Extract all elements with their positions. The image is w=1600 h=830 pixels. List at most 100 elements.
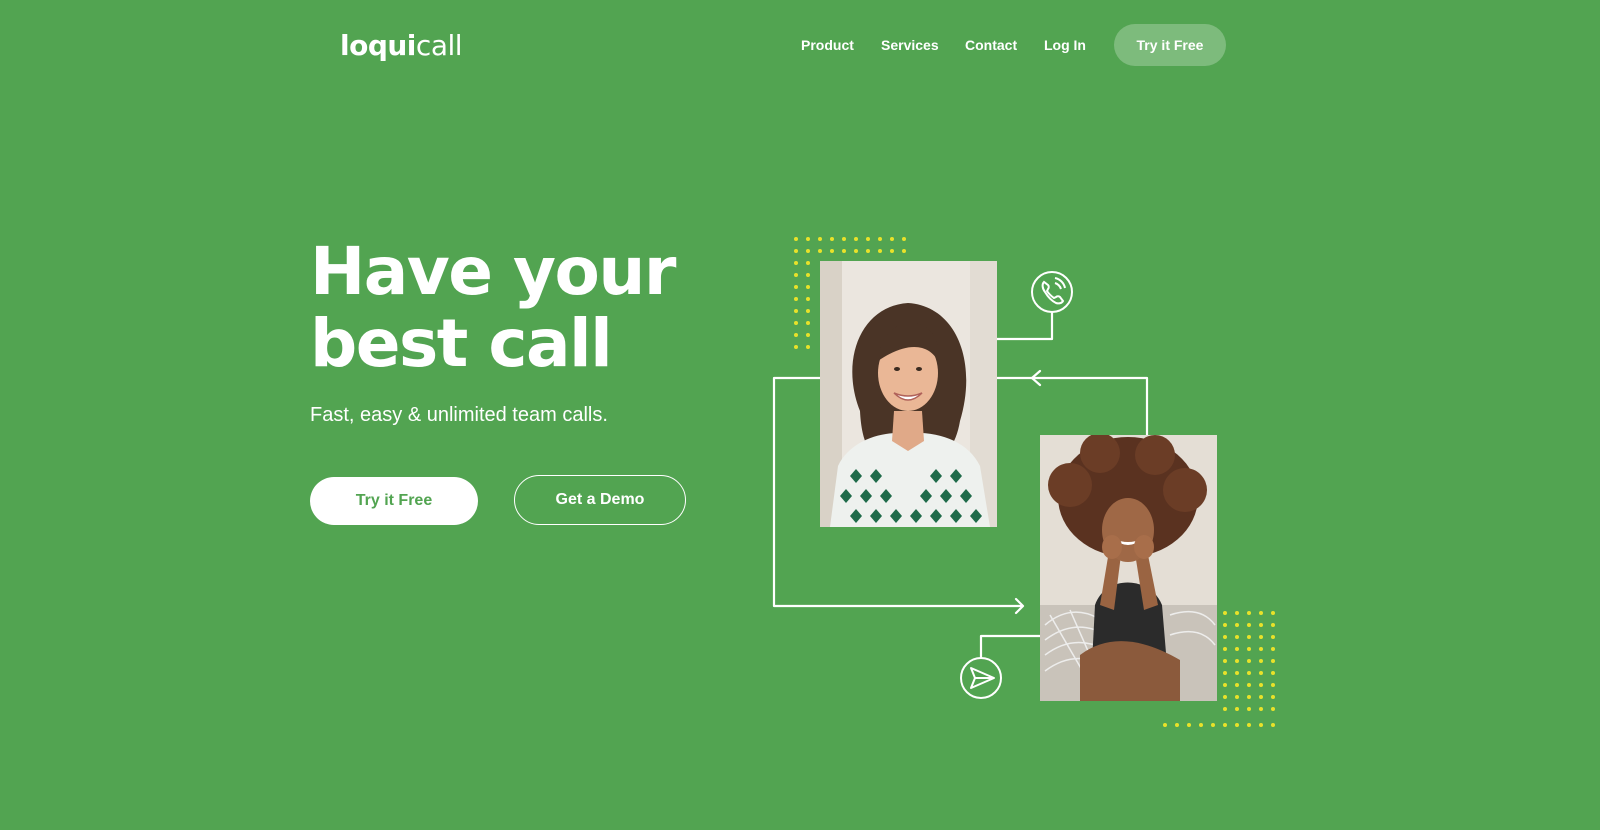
decor-dot	[806, 261, 810, 265]
decor-dot	[854, 249, 858, 253]
decor-dot	[806, 249, 810, 253]
hero-headline: Have your best call	[310, 233, 676, 382]
decor-dot	[818, 249, 822, 253]
decor-dot	[1259, 623, 1263, 627]
connector-line-phone	[995, 310, 1054, 341]
decor-dot	[818, 237, 822, 241]
decor-dot	[1223, 623, 1227, 627]
decor-dot	[1271, 695, 1275, 699]
decor-dot	[842, 249, 846, 253]
nav-try-free-button[interactable]: Try it Free	[1114, 24, 1226, 66]
decor-dot	[1259, 611, 1263, 615]
decor-dot	[1247, 647, 1251, 651]
decor-dot	[1271, 659, 1275, 663]
decor-dot	[1247, 659, 1251, 663]
hero-headline-line1: Have your	[310, 233, 676, 310]
arrow-left-icon	[1030, 369, 1042, 387]
decor-dot	[1223, 659, 1227, 663]
decor-dot	[1271, 623, 1275, 627]
decor-dot	[1223, 707, 1227, 711]
decor-dot	[1223, 671, 1227, 675]
decor-dot	[1247, 611, 1251, 615]
decor-dot	[806, 345, 810, 349]
decor-dot	[794, 333, 798, 337]
decor-dot	[794, 273, 798, 277]
decor-dot	[854, 237, 858, 241]
decor-dot	[1247, 671, 1251, 675]
decor-dot	[1247, 707, 1251, 711]
decor-dot	[1223, 647, 1227, 651]
decor-dot	[1271, 683, 1275, 687]
decor-dot	[1259, 707, 1263, 711]
decor-dot	[794, 321, 798, 325]
decor-dot	[890, 249, 894, 253]
decor-dot	[830, 237, 834, 241]
decor-dot	[902, 249, 906, 253]
decor-dot	[1259, 723, 1263, 727]
decor-dot	[1247, 683, 1251, 687]
decor-dot	[794, 237, 798, 241]
decor-dot	[1259, 659, 1263, 663]
decor-dot	[794, 249, 798, 253]
decor-dot	[806, 237, 810, 241]
decor-dot	[890, 237, 894, 241]
decor-dot	[1247, 623, 1251, 627]
nav-item-services[interactable]: Services	[881, 34, 939, 56]
decor-dot	[1223, 723, 1227, 727]
decor-dot	[1223, 695, 1227, 699]
main-nav: Product Services Contact Log In	[0, 34, 1600, 56]
arrow-right-icon	[1014, 597, 1025, 615]
decor-dot	[1247, 695, 1251, 699]
hero-subheadline: Fast, easy & unlimited team calls.	[310, 404, 608, 426]
decor-dot	[1271, 635, 1275, 639]
decor-dot	[878, 249, 882, 253]
person-photo-1-image	[820, 261, 997, 527]
decor-dot	[806, 285, 810, 289]
decor-dot	[1235, 695, 1239, 699]
decor-dot	[806, 273, 810, 277]
decor-dot	[806, 333, 810, 337]
decor-dot	[1235, 647, 1239, 651]
decor-dot	[794, 261, 798, 265]
connector-line-send	[979, 634, 1042, 659]
decor-dot	[1235, 723, 1239, 727]
decor-dot	[1271, 647, 1275, 651]
decor-dot	[1175, 723, 1179, 727]
decor-dot	[1271, 707, 1275, 711]
decor-dot	[1259, 635, 1263, 639]
decor-dot	[1271, 723, 1275, 727]
decor-dot	[806, 321, 810, 325]
decor-dot	[794, 345, 798, 349]
decor-dot	[902, 237, 906, 241]
decor-dot	[842, 237, 846, 241]
decor-dot	[1259, 671, 1263, 675]
decor-dot	[1223, 635, 1227, 639]
decor-dot	[1259, 647, 1263, 651]
send-icon	[960, 657, 1002, 699]
person-photo-1	[820, 261, 997, 527]
decor-dot	[806, 309, 810, 313]
decor-dot	[1199, 723, 1203, 727]
decor-dot	[794, 297, 798, 301]
hero-headline-line2: best call	[310, 305, 613, 382]
nav-item-contact[interactable]: Contact	[965, 34, 1017, 56]
person-photo-2	[1040, 435, 1217, 701]
decor-dot	[1223, 683, 1227, 687]
decor-dot	[1235, 611, 1239, 615]
decor-dot	[1235, 623, 1239, 627]
person-photo-2-image	[1040, 435, 1217, 701]
phone-icon	[1031, 271, 1073, 313]
decor-dot	[1187, 723, 1191, 727]
get-demo-button[interactable]: Get a Demo	[514, 475, 686, 525]
decor-dot	[1163, 723, 1167, 727]
nav-item-product[interactable]: Product	[801, 34, 854, 56]
decor-dot	[1271, 671, 1275, 675]
nav-item-login[interactable]: Log In	[1044, 34, 1086, 56]
decor-dot	[1259, 695, 1263, 699]
decor-dot	[794, 309, 798, 313]
try-free-button[interactable]: Try it Free	[310, 477, 478, 525]
decor-dot	[830, 249, 834, 253]
decor-dot	[1247, 723, 1251, 727]
decor-dot	[1235, 635, 1239, 639]
decor-dot	[1235, 671, 1239, 675]
